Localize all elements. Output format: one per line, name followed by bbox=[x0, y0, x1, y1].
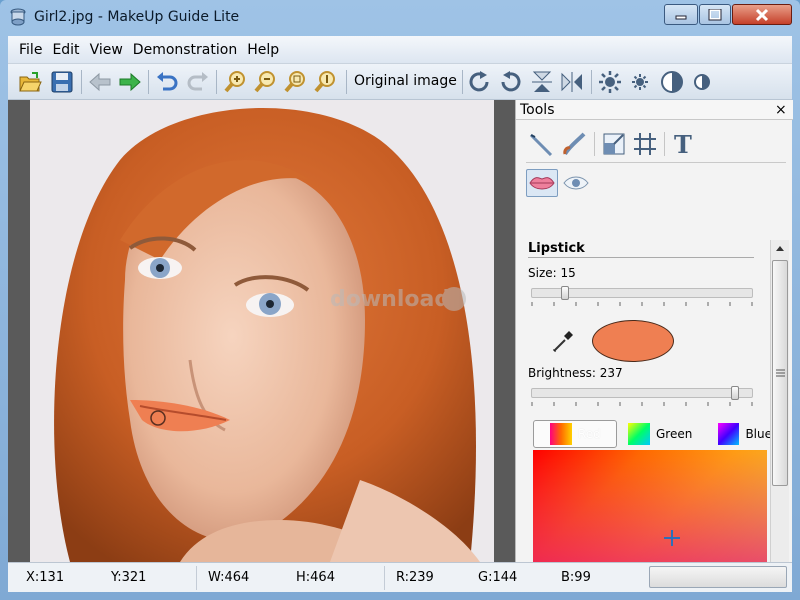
scroll-up-icon[interactable] bbox=[775, 244, 785, 252]
toolbar-separator bbox=[81, 70, 82, 94]
zoom-actual-icon[interactable] bbox=[311, 68, 339, 96]
brightness-slider-ticks bbox=[531, 402, 753, 406]
grip-icon bbox=[776, 369, 785, 377]
forward-icon[interactable] bbox=[116, 68, 144, 96]
brush-tool-icon[interactable] bbox=[560, 130, 588, 158]
status-separator bbox=[196, 566, 197, 590]
tools-scrollbar[interactable] bbox=[770, 240, 789, 586]
title-bar[interactable]: Girl2.jpg - MakeUp Guide Lite bbox=[0, 0, 800, 34]
zoom-fit-icon[interactable] bbox=[281, 68, 309, 96]
contrast-down-icon[interactable] bbox=[688, 68, 716, 96]
toolbar-separator bbox=[216, 70, 217, 94]
status-progress-bar bbox=[649, 566, 787, 588]
zoom-in-icon[interactable] bbox=[221, 68, 249, 96]
tools-panel-close-button[interactable]: × bbox=[775, 102, 787, 118]
tab-blue[interactable]: Blue bbox=[718, 420, 772, 448]
brightness-label: Brightness: 237 bbox=[528, 366, 623, 380]
minimize-button[interactable] bbox=[664, 4, 698, 25]
zoom-out-icon[interactable] bbox=[251, 68, 279, 96]
back-icon[interactable] bbox=[86, 68, 114, 96]
image-canvas-area: download bbox=[8, 100, 515, 562]
window-title: Girl2.jpg - MakeUp Guide Lite bbox=[34, 9, 240, 25]
tab-green[interactable]: Green bbox=[628, 420, 698, 448]
menu-help[interactable]: Help bbox=[242, 42, 284, 58]
app-icon bbox=[8, 7, 28, 27]
brightness-slider[interactable] bbox=[531, 388, 753, 398]
contrast-up-icon[interactable] bbox=[658, 68, 686, 96]
size-label: Size: 15 bbox=[528, 266, 576, 280]
tools-panel: Tools × T Lipstick Size: 15 Brightness: … bbox=[515, 100, 793, 588]
menu-edit[interactable]: Edit bbox=[47, 42, 84, 58]
pencil-tool-icon[interactable] bbox=[527, 130, 555, 158]
app-window: Girl2.jpg - MakeUp Guide Lite File Edit … bbox=[0, 0, 800, 600]
text-tool-icon[interactable]: T bbox=[669, 130, 697, 158]
brightness-slider-thumb[interactable] bbox=[731, 386, 739, 400]
rotate-right-icon[interactable] bbox=[466, 68, 494, 96]
watermark-text: download bbox=[330, 287, 450, 312]
lips-tool-icon[interactable] bbox=[526, 169, 558, 197]
redo-icon[interactable] bbox=[184, 68, 212, 96]
toolbar: Original image bbox=[8, 64, 792, 100]
close-button[interactable] bbox=[732, 4, 792, 25]
brightness-up-icon[interactable] bbox=[596, 68, 624, 96]
brightness-down-icon[interactable] bbox=[626, 68, 654, 96]
menu-file[interactable]: File bbox=[14, 42, 47, 58]
blue-swatch bbox=[718, 423, 740, 445]
eyedropper-icon[interactable] bbox=[549, 327, 577, 355]
status-blue: B:99 bbox=[561, 570, 591, 585]
selected-color-swatch[interactable] bbox=[592, 320, 674, 362]
status-x: X:131 bbox=[26, 570, 65, 585]
section-title-lipstick: Lipstick bbox=[528, 241, 585, 256]
portrait-photo[interactable]: download bbox=[30, 100, 494, 562]
undo-icon[interactable] bbox=[153, 68, 181, 96]
svg-text:T: T bbox=[674, 132, 692, 156]
tab-green-label: Green bbox=[656, 427, 693, 441]
toolbar-separator bbox=[346, 70, 347, 94]
menu-view[interactable]: View bbox=[85, 42, 128, 58]
size-slider-thumb[interactable] bbox=[561, 286, 569, 300]
menu-demonstration[interactable]: Demonstration bbox=[128, 42, 242, 58]
red-swatch bbox=[550, 423, 572, 445]
eye-tool-icon[interactable] bbox=[562, 169, 590, 197]
original-image-button[interactable]: Original image bbox=[354, 73, 457, 89]
status-red: R:239 bbox=[396, 570, 434, 585]
green-swatch bbox=[628, 423, 650, 445]
tools-panel-title: Tools bbox=[520, 102, 555, 118]
status-width: W:464 bbox=[208, 570, 250, 585]
status-y: Y:321 bbox=[111, 570, 147, 585]
rotate-left-icon[interactable] bbox=[496, 68, 524, 96]
status-green: G:144 bbox=[478, 570, 518, 585]
status-separator bbox=[384, 566, 385, 590]
tab-red[interactable]: Red bbox=[533, 420, 617, 448]
open-icon[interactable] bbox=[16, 68, 44, 96]
toolbar-separator bbox=[591, 70, 592, 94]
save-icon[interactable] bbox=[48, 68, 76, 96]
flip-vertical-icon[interactable] bbox=[528, 68, 556, 96]
menu-bar: File Edit View Demonstration Help bbox=[8, 36, 792, 64]
maximize-button[interactable] bbox=[699, 4, 731, 25]
tools-panel-header: Tools × bbox=[516, 100, 793, 120]
tools-scrollbar-thumb[interactable] bbox=[772, 260, 788, 486]
toolbar-separator bbox=[148, 70, 149, 94]
client-area: File Edit View Demonstration Help Origin… bbox=[8, 36, 793, 592]
size-slider-ticks bbox=[531, 302, 753, 306]
status-bar: X:131 Y:321 W:464 H:464 R:239 G:144 B:99 bbox=[8, 562, 792, 592]
toolbar-separator bbox=[462, 70, 463, 94]
tab-red-label: Red bbox=[578, 427, 601, 441]
crosshair-icon bbox=[664, 530, 680, 546]
flip-horizontal-icon[interactable] bbox=[558, 68, 586, 96]
status-height: H:464 bbox=[296, 570, 335, 585]
crop-grid-icon[interactable] bbox=[631, 130, 659, 158]
tab-blue-label: Blue bbox=[745, 427, 772, 441]
section-divider bbox=[528, 257, 754, 258]
resize-tool-icon[interactable] bbox=[600, 130, 628, 158]
